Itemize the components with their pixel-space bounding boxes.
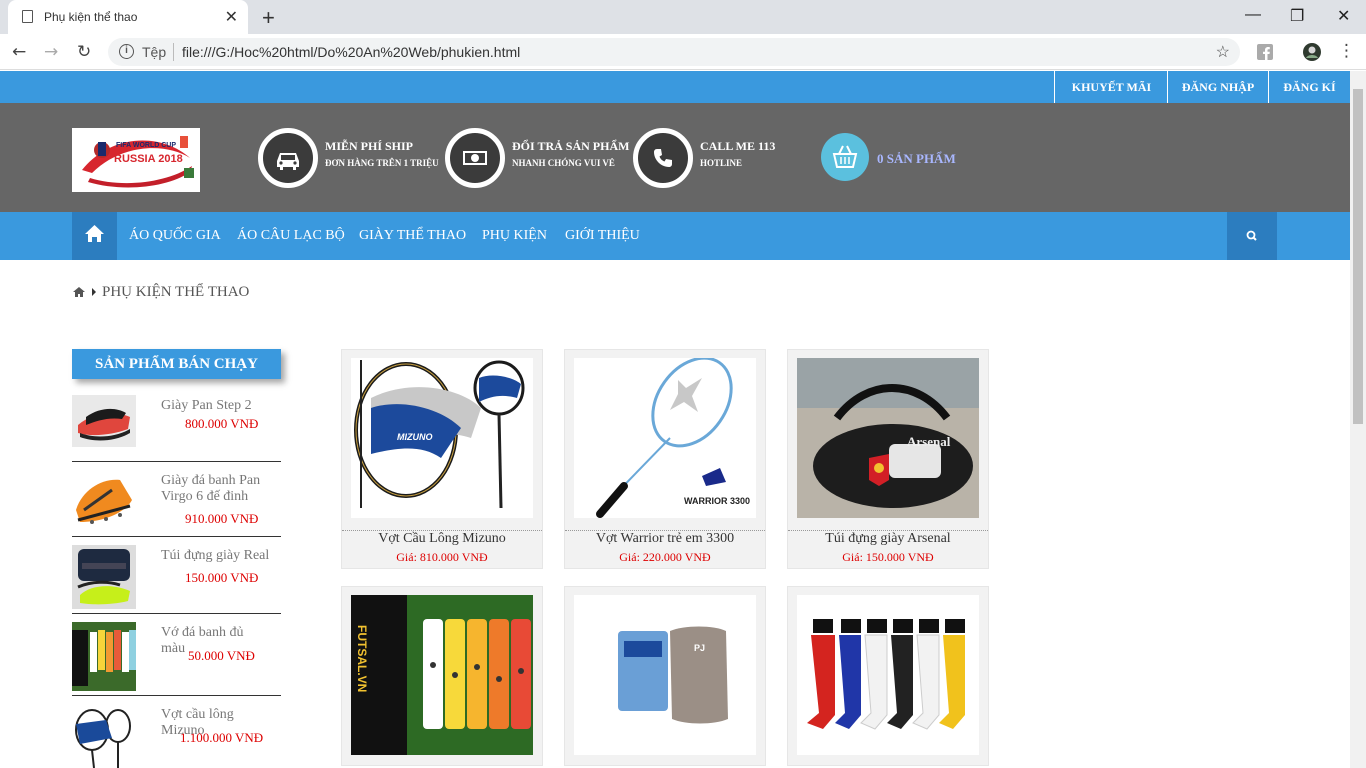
profile-avatar[interactable] (1303, 43, 1321, 61)
product-card[interactable]: Arsenal Túi đựng giày Arsenal Giá: 150.0… (787, 349, 989, 569)
home-icon (85, 225, 104, 242)
home-button[interactable] (72, 212, 117, 260)
info-icon[interactable]: i (119, 44, 134, 59)
login-link[interactable]: ĐĂNG NHẬP (1167, 71, 1268, 103)
sidebar-product-price: 910.000 VNĐ (185, 511, 259, 526)
nav-sport-shoes[interactable]: GIÀY THỂ THAO (359, 212, 466, 260)
bestseller-heading: SẢN PHẨM BÁN CHẠY (72, 349, 281, 379)
product-thumbnail[interactable] (72, 470, 136, 530)
page-icon (22, 10, 33, 23)
forward-arrow-icon[interactable]: → (44, 42, 58, 62)
search-icon (1246, 230, 1257, 241)
feature-title: ĐỔI TRẢ SẢN PHẨM (512, 139, 630, 153)
feature-subtitle: NHANH CHÓNG VUI VẺ (512, 158, 615, 168)
cart-count[interactable]: 0 SẢN PHẨM (877, 151, 956, 167)
feature-title: CALL ME 113 (700, 139, 776, 153)
web-page: KHUYẾT MÃI ĐĂNG NHẬP ĐĂNG KÍ FIFA WORLD … (0, 71, 1350, 768)
browser-toolbar: ← → ↻ i Tệp file:///G:/Hoc%20html/Do%20A… (0, 34, 1366, 70)
logo-text-bottom: RUSSIA 2018 (114, 153, 183, 165)
cart-basket-icon[interactable] (821, 133, 869, 181)
product-thumbnail[interactable] (72, 545, 136, 609)
bookmark-star-icon[interactable]: ☆ (1216, 42, 1230, 62)
feature-subtitle: ĐƠN HÀNG TRÊN 1 TRIỆU (325, 158, 439, 168)
logo-text-top: FIFA WORLD CUP (116, 142, 177, 149)
close-window-button[interactable]: ✕ (1337, 6, 1350, 26)
menu-dots-icon[interactable]: ⋮ (1338, 41, 1355, 61)
tab-close-icon[interactable]: ✕ (225, 7, 238, 27)
product-card[interactable]: FUTSAL.VN (341, 586, 543, 766)
minimize-button[interactable]: — (1245, 6, 1261, 24)
sidebar-product-name[interactable]: Giày đá banh Pan Virgo 6 đế đinh (161, 473, 271, 505)
register-link[interactable]: ĐĂNG KÍ (1268, 71, 1350, 103)
product-price: Giá: 220.000 VNĐ (619, 550, 711, 564)
sidebar-item[interactable]: Vợt cầu lông Mizuno 1.100.000 VNĐ (72, 704, 281, 768)
feature-title: MIỄN PHÍ SHIP (325, 139, 414, 153)
sidebar-product-price: 150.000 VNĐ (185, 570, 259, 585)
product-price: Giá: 150.000 VNĐ (842, 550, 934, 564)
sidebar-product-price: 50.000 VNĐ (188, 648, 255, 663)
address-scheme-label: Tệp (142, 44, 167, 60)
reload-icon[interactable]: ↻ (77, 42, 91, 62)
product-name[interactable]: Vợt Cầu Lông Mizuno (342, 531, 542, 547)
car-icon (258, 128, 318, 188)
nav-about[interactable]: GIỚI THIỆU (565, 212, 640, 260)
sidebar-product-price: 1.100.000 VNĐ (180, 730, 264, 745)
facebook-extension-icon[interactable] (1257, 44, 1273, 60)
phone-icon (633, 128, 693, 188)
futsal-text: FUTSAL.VN (355, 625, 369, 693)
nav-national-shirts[interactable]: ÁO QUỐC GIA (129, 212, 221, 260)
product-image[interactable]: Arsenal (797, 358, 979, 518)
pj-text: PJ (694, 643, 706, 653)
sidebar-product-name[interactable]: Túi đựng giày Real (161, 548, 271, 564)
product-price: Giá: 810.000 VNĐ (396, 550, 488, 564)
site-logo[interactable]: FIFA WORLD CUP RUSSIA 2018 (72, 128, 200, 192)
page-scrollbar[interactable] (1350, 71, 1366, 768)
browser-tab-strip: Phụ kiện thể thao ✕ + — ❐ ✕ (0, 0, 1366, 34)
mizuno-logo-text: MIZUNO (397, 432, 433, 442)
new-tab-button[interactable]: + (262, 5, 275, 31)
breadcrumb-current: PHỤ KIỆN THỂ THAO (102, 284, 250, 300)
site-header: FIFA WORLD CUP RUSSIA 2018 MIỄN PHÍ SHIP… (0, 103, 1350, 212)
product-image[interactable]: FUTSAL.VN (351, 595, 533, 755)
tab-title: Phụ kiện thể thao (44, 10, 138, 24)
product-card[interactable]: WARRIOR 3300 Vợt Warrior trẻ em 3300 Giá… (564, 349, 766, 569)
product-card[interactable]: MIZUNO Vợt Cầu Lông Mizuno Giá: 810.000 … (341, 349, 543, 569)
feature-subtitle: HOTLINE (700, 158, 743, 168)
product-image[interactable]: WARRIOR 3300 (574, 358, 756, 518)
product-name[interactable]: Vợt Warrior trẻ em 3300 (565, 531, 765, 547)
product-card[interactable] (787, 586, 989, 766)
arsenal-text: Arsenal (907, 434, 951, 449)
product-card[interactable]: PJ (564, 586, 766, 766)
product-image[interactable] (797, 595, 979, 755)
main-nav: ÁO QUỐC GIA ÁO CÂU LẠC BỘ GIÀY THỂ THAO … (0, 212, 1350, 260)
caret-right-icon (92, 288, 96, 296)
product-thumbnail[interactable] (72, 704, 136, 768)
back-arrow-icon[interactable]: ← (12, 42, 26, 62)
warrior-label: WARRIOR 3300 (684, 496, 751, 506)
nav-club-shirts[interactable]: ÁO CÂU LẠC BỘ (237, 212, 345, 260)
sidebar-item[interactable]: Vớ đá banh đủ màu 50.000 VNĐ (72, 622, 281, 696)
search-button[interactable] (1227, 212, 1277, 260)
promo-link[interactable]: KHUYẾT MÃI (1054, 71, 1168, 103)
sidebar-item[interactable]: Giày đá banh Pan Virgo 6 đế đinh 910.000… (72, 470, 281, 537)
home-icon[interactable] (72, 286, 86, 298)
address-divider (173, 43, 174, 61)
scrollbar-thumb[interactable] (1353, 89, 1363, 424)
product-thumbnail[interactable] (72, 395, 136, 447)
nav-accessories[interactable]: PHỤ KIỆN (482, 212, 547, 260)
maximize-button[interactable]: ❐ (1290, 6, 1304, 26)
url-text[interactable]: file:///G:/Hoc%20html/Do%20An%20Web/phuk… (182, 44, 520, 60)
product-image[interactable]: MIZUNO (351, 358, 533, 518)
sidebar-product-name[interactable]: Giày Pan Step 2 (161, 398, 271, 414)
sidebar-item[interactable]: Giày Pan Step 2 800.000 VNĐ (72, 395, 281, 462)
money-icon (445, 128, 505, 188)
sidebar-product-price: 800.000 VNĐ (185, 416, 259, 431)
product-thumbnail[interactable] (72, 622, 136, 691)
address-bar[interactable]: i Tệp file:///G:/Hoc%20html/Do%20An%20We… (108, 38, 1240, 66)
browser-tab[interactable]: Phụ kiện thể thao ✕ (8, 0, 248, 34)
top-bar: KHUYẾT MÃI ĐĂNG NHẬP ĐĂNG KÍ (0, 71, 1350, 103)
product-image[interactable]: PJ (574, 595, 756, 755)
sidebar-item[interactable]: Túi đựng giày Real 150.000 VNĐ (72, 545, 281, 614)
product-name[interactable]: Túi đựng giày Arsenal (788, 531, 988, 547)
